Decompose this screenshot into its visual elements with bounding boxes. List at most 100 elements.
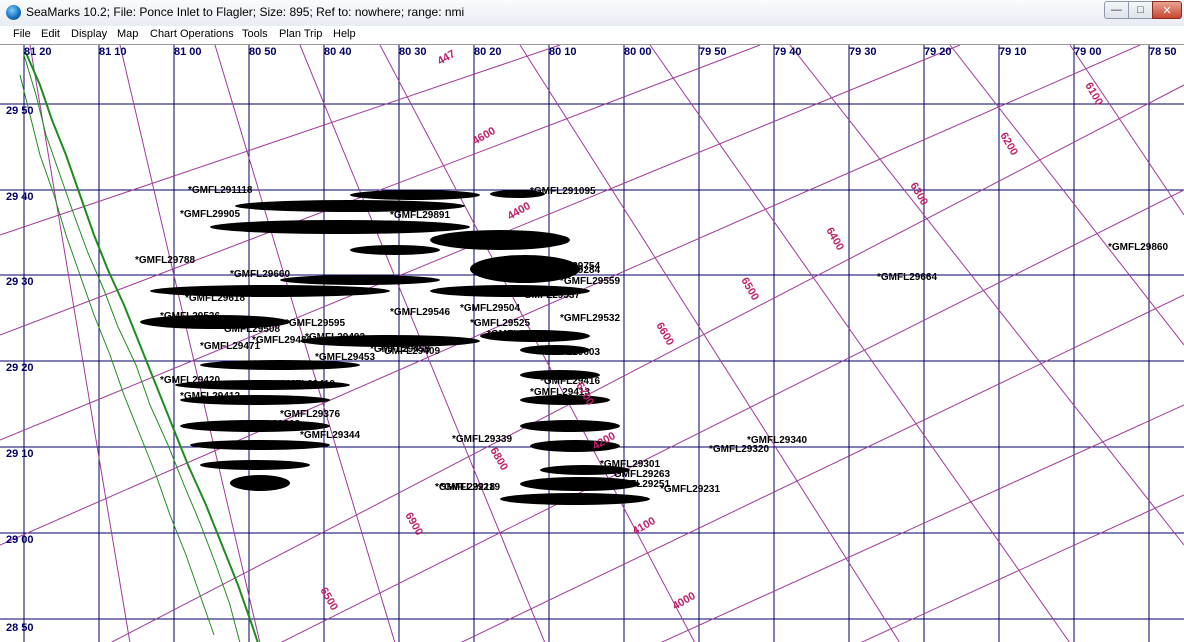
waypoint-label[interactable]: *GMFL29471 [200,341,260,352]
loran-label: 6500 [738,276,761,303]
waypoint-label[interactable]: *GMFL29546 [390,307,450,318]
marker-cluster[interactable] [230,475,290,491]
waypoint-label[interactable]: *GMFL29532 [560,313,620,324]
loran-line [519,45,900,642]
marker-cluster[interactable] [200,460,310,470]
loran-label: 4600 [471,125,498,148]
window-title: SeaMarks 10.2; File: Ponce Inlet to Flag… [26,5,465,19]
loran-line [860,494,1184,642]
title-bar: SeaMarks 10.2; File: Ponce Inlet to Flag… [0,0,1184,27]
menu-edit[interactable]: Edit [41,28,60,40]
marker-cluster[interactable] [430,230,570,250]
waypoint-label[interactable]: *GMFL29339 [452,434,512,445]
waypoint-label[interactable]: *GMFL29409 [380,346,440,357]
menu-display[interactable]: Display [71,28,107,40]
menu-tools[interactable]: Tools [242,28,268,40]
menu-file[interactable]: File [13,28,31,40]
loran-label: 6400 [823,226,846,253]
latitude-label: 29 10 [6,448,34,460]
waypoint-label[interactable]: *GMFL29219 [440,482,500,493]
longitude-label: 79 40 [774,46,802,58]
waypoint-label[interactable]: *GMFL29891 [390,210,450,221]
longitude-label: 79 50 [699,46,727,58]
waypoint-label[interactable]: *GMFL29664 [877,272,937,283]
minimize-button[interactable]: — [1104,1,1129,19]
loran-label: 6800 [487,446,510,473]
loran-line [280,189,1184,642]
marker-cluster[interactable] [210,220,470,234]
marker-cluster[interactable] [350,190,480,200]
longitude-labels: 81 20 81 10 81 00 80 50 80 40 80 30 80 20 80 10… [24,46,1177,58]
menu-help[interactable]: Help [333,28,356,40]
waypoint-label[interactable]: *GMFL29453 [315,352,375,363]
chart-canvas[interactable]: *GMFL29860 *GMFL29664 *GMFL29340 *GMFL29320… [0,44,1184,642]
waypoint-label[interactable]: *GMFL29344 [300,430,360,441]
waypoint-label[interactable]: *GMFL29860 [1108,242,1168,253]
longitude-label: 80 50 [249,46,277,58]
marker-cluster[interactable] [280,275,440,285]
loran-label: 6300 [907,181,930,208]
longitude-label: 80 10 [549,46,577,58]
latitude-label: 28 50 [6,622,34,634]
waypoint-label[interactable]: *GMFL29525 [470,318,530,329]
waypoint-label[interactable]: *GMFL29536 [160,311,220,322]
waypoint-label[interactable]: *GMFL29320 [709,444,769,455]
waypoint-label[interactable]: *GMFL29537 [520,290,580,301]
waypoint-label[interactable]: *GMFL29493 [305,332,365,343]
waypoint-label[interactable]: *GMFL29905 [180,209,240,220]
waypoint-label[interactable]: *GMFL291095 [530,186,596,197]
waypoint-label[interactable]: *GMFL291118 [188,185,253,196]
marker-cluster[interactable] [350,245,440,255]
longitude-label: 79 10 [999,46,1027,58]
waypoint-label[interactable]: *GMFL29420 [160,375,220,386]
marker-cluster[interactable] [520,420,620,432]
waypoint-label[interactable]: *GMFL29419 [275,379,335,390]
menu-plan-trip[interactable]: Plan Trip [279,28,322,40]
longitude-label: 80 30 [399,46,427,58]
waypoint-label[interactable]: *GMFL29618 [185,293,245,304]
waypoint-label[interactable]: *GMFL29559 [560,276,620,287]
waypoint-label[interactable]: *GMFL29788 [135,255,195,266]
marker-cluster[interactable] [500,493,650,505]
maximize-button[interactable]: □ [1128,1,1153,19]
latitude-label: 29 20 [6,362,34,374]
loran-label: 6200 [997,131,1020,158]
longitude-label: 81 10 [99,46,127,58]
longitude-label: 81 00 [174,46,202,58]
waypoint-label[interactable]: *GMFL29368 [240,419,300,430]
latitude-label: 29 30 [6,276,34,288]
waypoint-label[interactable]: *GMFL29416 [540,376,600,387]
longitude-label: 80 40 [324,46,352,58]
waypoint-label[interactable]: *GMFL29376 [280,409,340,420]
longitude-label: 80 20 [474,46,502,58]
seamarks-window: SeaMarks 10.2; File: Ponce Inlet to Flag… [0,0,1184,642]
longitude-label: 79 30 [849,46,877,58]
waypoint-label[interactable]: *GMFL29412 [180,391,240,402]
longitude-label: 79 20 [924,46,952,58]
waypoint-label[interactable]: *GMFL29595 [285,318,345,329]
loran-label: 447 [436,48,458,68]
longitude-label: 81 20 [24,46,52,58]
close-button[interactable]: ✕ [1152,1,1182,19]
waypoint-label[interactable]: *GMFL29603 [540,347,600,358]
minimize-icon: — [1111,4,1122,16]
globe-icon[interactable] [6,5,21,20]
waypoint-label[interactable]: *GMFL29504 [460,303,520,314]
loran-label: 4000 [671,590,698,613]
menu-chart-operations[interactable]: Chart Operations [150,28,234,40]
marker-cluster[interactable] [190,440,330,450]
waypoint-label[interactable]: *GMFL29634 [300,287,360,298]
waypoint-label[interactable]: *GMFL29486 [252,335,312,346]
longitude-label: 78 50 [1149,46,1177,58]
waypoint-label[interactable]: *GMFL29496 [487,329,547,340]
waypoint-label[interactable]: *GMFL29508 [220,324,280,335]
waypoint-label[interactable]: *GMFL29660 [230,269,290,280]
menu-map[interactable]: Map [117,28,138,40]
loran-label: 6500 [317,586,340,613]
loran-line [29,45,131,642]
waypoint-label[interactable]: *GMFL29284 [540,265,600,276]
waypoint-label[interactable]: *GMFL29251 [610,479,670,490]
longitude-label: 79 00 [1074,46,1102,58]
longitude-label: 80 00 [624,46,652,58]
latitude-label: 29 00 [6,534,34,546]
